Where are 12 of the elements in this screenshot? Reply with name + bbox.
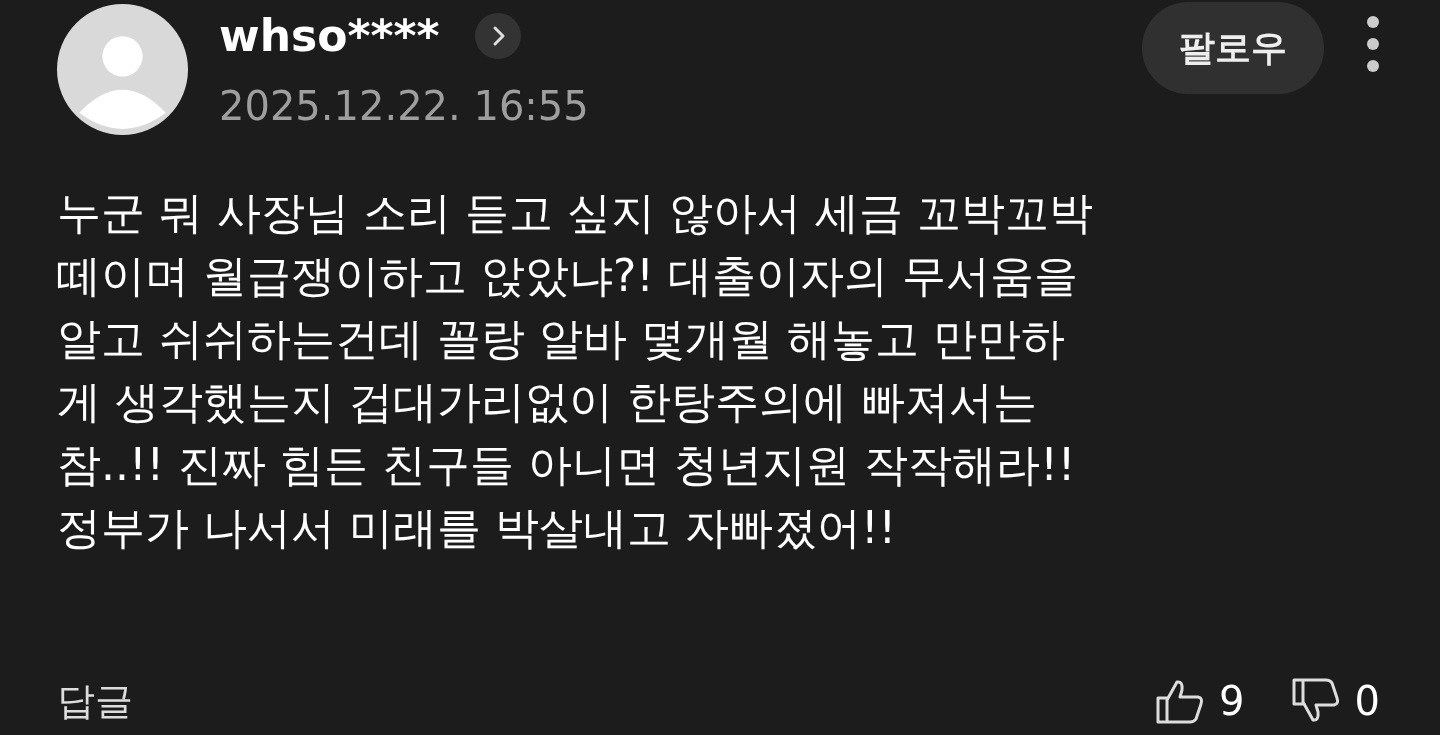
more-options-icon[interactable] [1366,14,1380,74]
follow-button[interactable]: 팔로우 [1142,2,1324,94]
reply-link[interactable]: 답글 [57,678,133,724]
chevron-icon[interactable] [475,13,522,59]
author-name[interactable]: whso**** [219,8,440,64]
thumbs-down-icon[interactable] [1290,678,1341,724]
dislike-count: 0 [1354,678,1380,724]
avatar-icon[interactable] [57,4,188,135]
like-count: 9 [1219,678,1245,724]
comment-timestamp: 2025.12.22. 16:55 [219,82,589,130]
comment-text: 누군 뭐 사장님 소리 듣고 싶지 않아서 세금 꼬박꼬박 떼이며 월급쟁이하고 앉았냐?! 대출이자의 무서움을 알고 쉬쉬하는건데 꼴랑 알바 몇개월 해놓고 만만하 게 생각했는지 겁대가리없이 한탕주의에 빠져서는 참..!! 진짜 힘든 친구들 아니면 청년지원 작작해라!! 정부가 나서서 미래를 박살내고 자빠졌어!! [57,186,1094,555]
thumbs-up-icon[interactable] [1155,678,1206,724]
